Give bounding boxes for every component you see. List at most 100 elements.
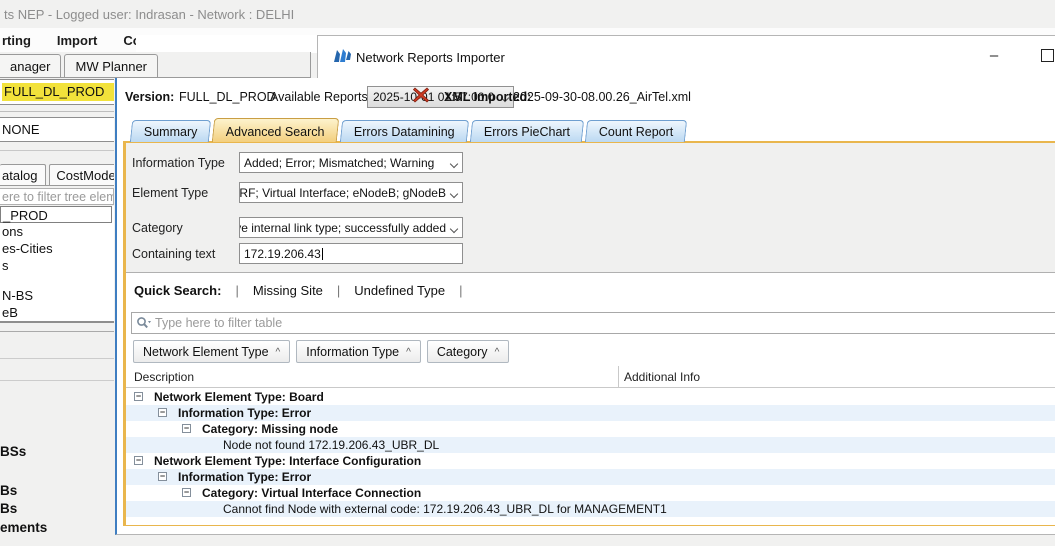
version-value: FULL_DL_PROD [179, 90, 276, 104]
chip-label: Category [437, 345, 488, 359]
separator: | [337, 283, 340, 298]
column-additional-info[interactable]: Additional Info [624, 370, 700, 384]
chevron-down-icon [450, 225, 458, 233]
tree-item-eb[interactable]: eB [0, 304, 114, 321]
app-tab-strip: anagerMW Planner [0, 52, 311, 78]
divider [0, 358, 114, 359]
application-window: ts NEP - Logged user: Indrasan - Network… [0, 0, 1055, 546]
tree-item-es-cities[interactable]: es-Cities [0, 240, 114, 257]
separator: | [459, 283, 462, 298]
table-row[interactable]: Cannot find Node with external code: 172… [126, 501, 1055, 517]
column-divider[interactable] [618, 366, 619, 388]
left-tab-atalog[interactable]: atalog [0, 164, 46, 185]
table-row[interactable]: − Information Type: Error [126, 469, 1055, 485]
collapse-icon[interactable]: − [158, 408, 167, 417]
tab-label: Errors PieChart [484, 125, 570, 139]
divider [0, 380, 114, 381]
status-bar-text: ts NEP - Logged user: Indrasan - Network… [4, 7, 294, 22]
row-text: Information Type: Error [178, 469, 311, 485]
tab-count-report[interactable]: Count Report [585, 120, 688, 142]
group-chip-category[interactable]: Category^ [427, 340, 509, 363]
tree-item-prod[interactable]: _PROD [0, 206, 112, 223]
sort-asc-icon: ^ [276, 347, 281, 358]
delete-report-icon[interactable] [412, 86, 430, 104]
group-by-columns: Network Element Type ^ Information Type ^ Ca… [133, 340, 509, 363]
collapse-icon[interactable]: − [134, 456, 143, 465]
chip-label: Information Type [306, 345, 399, 359]
collapse-icon[interactable]: − [182, 424, 191, 433]
tab-errors-datamining[interactable]: Errors Datamining [340, 120, 469, 142]
information-type-dropdown[interactable]: Added; Error; Mismatched; Warning [239, 152, 463, 173]
tree-filter-input[interactable]: ere to filter tree elemen [0, 188, 114, 205]
element-type-label: Element Type [132, 186, 208, 200]
left-tab-costmodel[interactable]: CostModel [49, 164, 114, 185]
group-chip-information-type[interactable]: Information Type ^ [296, 340, 421, 363]
minimize-button[interactable]: – [986, 48, 1002, 64]
quick-link-missing-site[interactable]: Missing Site [253, 283, 323, 298]
left-panel-field-top[interactable]: FULL_DL_PROD [0, 79, 114, 105]
tab-errors-piechart[interactable]: Errors PieChart [470, 120, 584, 142]
search-icon [136, 316, 151, 330]
table-filter-input[interactable]: Type here to filter table [131, 312, 1055, 334]
results-table: −Network Element Type: Board−Information… [126, 389, 1055, 517]
category-dropdown[interactable]: have internal link type; successfully ad… [239, 217, 463, 238]
dialog-tab-strip: Summary Advanced Search Errors Datamining E… [131, 118, 686, 142]
row-text: Category: Missing node [202, 421, 338, 437]
tab-advanced-search[interactable]: Advanced Search [212, 118, 339, 142]
menu-item-import[interactable]: Import [57, 33, 97, 48]
tree-gap [0, 274, 114, 287]
element-tree: _PRODonses-Citiess N-BSeB [0, 206, 114, 323]
left-label-bs-1: Bs [0, 483, 17, 498]
dialog-title: Network Reports Importer [356, 50, 505, 65]
containing-text-input[interactable]: 172.19.206.43 [239, 243, 463, 264]
table-row[interactable]: − Information Type: Error [126, 405, 1055, 421]
row-text: Network Element Type: Interface Configur… [154, 453, 421, 469]
left-label-bss-0: BSs [0, 444, 26, 459]
table-row[interactable]: Node not found 172.19.206.43_UBR_DL [126, 437, 1055, 453]
collapse-icon[interactable]: − [134, 392, 143, 401]
menu-overlap-cover [136, 35, 318, 53]
tree-item-n-bs[interactable]: N-BS [0, 287, 114, 304]
quick-search-row: Quick Search: | Missing Site | Undefined Typ… [134, 283, 463, 298]
row-text: Cannot find Node with external code: 172… [223, 501, 667, 517]
maximize-button[interactable] [1041, 49, 1054, 62]
app-tab-anager[interactable]: anager [0, 54, 61, 77]
menu-item-rting[interactable]: rting [2, 33, 31, 48]
containing-text-label: Containing text [132, 247, 215, 261]
information-type-label: Information Type [132, 156, 225, 170]
tree-item-ons[interactable]: ons [0, 223, 114, 240]
left-panel-field-second[interactable]: NONE [0, 117, 114, 142]
tab-label: Advanced Search [226, 125, 325, 139]
dialog-body: Version: FULL_DL_PROD Available Reports … [115, 78, 1055, 535]
sort-asc-icon: ^ [406, 347, 411, 358]
left-label-bs-2: Bs [0, 501, 17, 516]
quick-search-label: Quick Search: [134, 283, 221, 298]
xml-imported-value: 2025-09-30-08.00.26_AirTel.xml [513, 90, 691, 104]
collapse-icon[interactable]: − [182, 488, 191, 497]
chevron-down-icon [450, 160, 458, 168]
tab-label: Errors Datamining [354, 125, 455, 139]
chevron-down-icon [450, 190, 458, 198]
dialog-titlebar[interactable]: Network Reports Importer – [317, 35, 1055, 78]
table-row[interactable]: − Network Element Type: Interface Configu… [126, 453, 1055, 469]
tab-label: Summary [144, 125, 197, 139]
element-type-dropdown[interactable]: N; VRF; Virtual Interface; eNodeB; gNode… [239, 182, 463, 203]
column-description[interactable]: Description [134, 370, 194, 384]
group-chip-network-element-type[interactable]: Network Element Type ^ [133, 340, 290, 363]
collapse-icon[interactable]: − [158, 472, 167, 481]
row-text: Information Type: Error [178, 405, 311, 421]
table-row[interactable]: −Category: Virtual Interface Connection [126, 485, 1055, 501]
app-tab-mw-planner[interactable]: MW Planner [64, 54, 158, 77]
tree-item-s[interactable]: s [0, 257, 114, 274]
chip-label: Network Element Type [143, 345, 269, 359]
divider [0, 150, 114, 151]
quick-link-undefined-type[interactable]: Undefined Type [354, 283, 445, 298]
available-reports-label: Available Reports [270, 90, 368, 104]
table-row[interactable]: −Network Element Type: Board [126, 389, 1055, 405]
divider [0, 111, 114, 112]
highlighted-value: FULL_DL_PROD [2, 83, 114, 101]
divider [0, 331, 114, 332]
tab-summary[interactable]: Summary [130, 120, 212, 142]
table-row[interactable]: − Category: Missing node [126, 421, 1055, 437]
version-row: Version: FULL_DL_PROD Available Reports … [117, 78, 1055, 116]
